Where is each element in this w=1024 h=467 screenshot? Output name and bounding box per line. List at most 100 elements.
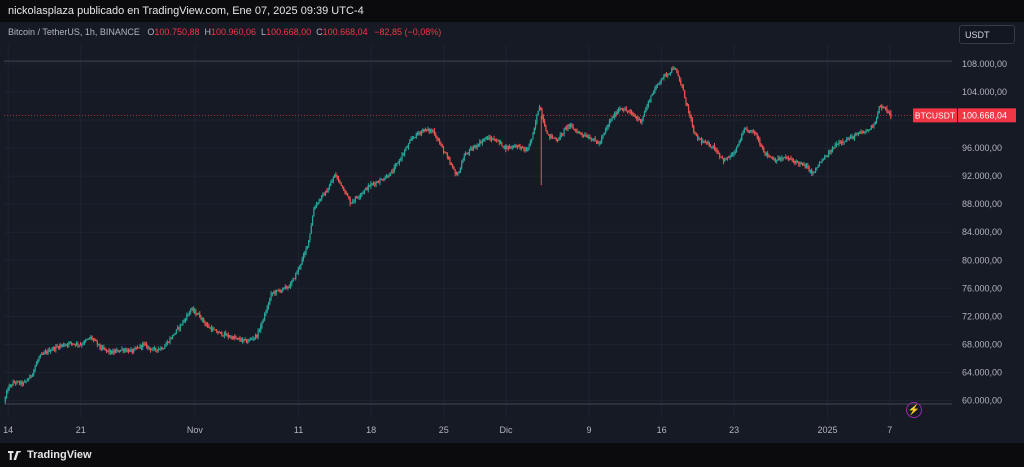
candle bbox=[512, 146, 515, 148]
candle bbox=[699, 138, 701, 140]
candle bbox=[287, 287, 289, 289]
candle bbox=[682, 86, 684, 91]
candle bbox=[341, 185, 343, 187]
candle bbox=[361, 193, 363, 195]
candle bbox=[716, 150, 718, 153]
candle bbox=[562, 133, 564, 135]
candle bbox=[21, 381, 23, 385]
candle bbox=[850, 136, 852, 139]
candle bbox=[326, 191, 328, 193]
price-chart[interactable]: 60.000,00 64.000,00 68.000,00 72.000,00 76.0… bbox=[0, 0, 1024, 467]
candle bbox=[575, 129, 577, 131]
candle bbox=[24, 381, 26, 383]
candle bbox=[599, 141, 601, 143]
candle bbox=[751, 130, 753, 132]
candle bbox=[737, 145, 739, 147]
candle bbox=[706, 141, 708, 144]
candle bbox=[105, 349, 108, 351]
candle bbox=[265, 312, 267, 315]
candle bbox=[650, 95, 652, 102]
candle bbox=[623, 110, 625, 112]
candle bbox=[60, 345, 62, 347]
candle bbox=[78, 344, 80, 346]
candle bbox=[241, 339, 244, 342]
candle bbox=[794, 160, 796, 164]
candle bbox=[772, 157, 774, 160]
candle bbox=[773, 158, 775, 160]
candle bbox=[580, 132, 582, 134]
candle bbox=[617, 110, 620, 112]
candle bbox=[321, 195, 323, 200]
candle bbox=[795, 160, 797, 164]
candle bbox=[178, 327, 180, 329]
candle bbox=[173, 334, 175, 336]
candle bbox=[761, 146, 764, 148]
candle bbox=[454, 169, 456, 174]
candle bbox=[700, 139, 703, 143]
candle bbox=[725, 158, 727, 160]
lightning-icon[interactable]: ⚡ bbox=[906, 402, 922, 418]
candle bbox=[423, 129, 425, 132]
candle bbox=[131, 349, 133, 353]
candle bbox=[77, 343, 79, 346]
candle bbox=[869, 129, 871, 131]
y-tick-label: 84.000,00 bbox=[962, 227, 1002, 237]
candle bbox=[309, 233, 311, 241]
candle bbox=[520, 146, 522, 149]
candle bbox=[273, 292, 275, 294]
candle bbox=[475, 145, 477, 148]
candle bbox=[401, 154, 403, 159]
candle bbox=[767, 152, 769, 156]
candle bbox=[777, 157, 779, 161]
candle bbox=[204, 321, 206, 325]
x-tick-label: 23 bbox=[729, 425, 739, 435]
candle bbox=[175, 329, 178, 333]
candle bbox=[742, 132, 744, 135]
candle bbox=[379, 179, 381, 183]
candle bbox=[183, 320, 185, 322]
candle bbox=[203, 318, 205, 322]
candle bbox=[278, 290, 280, 292]
candle bbox=[153, 348, 155, 350]
candle bbox=[213, 328, 215, 330]
candle bbox=[217, 332, 219, 334]
candle bbox=[812, 173, 814, 175]
candle bbox=[375, 181, 377, 185]
candle bbox=[763, 147, 765, 152]
candle bbox=[791, 159, 793, 161]
candle bbox=[464, 153, 467, 156]
candle bbox=[362, 192, 364, 194]
candle bbox=[450, 163, 452, 166]
candle bbox=[571, 125, 573, 127]
candle bbox=[608, 120, 611, 125]
candle bbox=[632, 112, 634, 115]
candle bbox=[72, 343, 74, 345]
x-tick-label: 21 bbox=[76, 425, 86, 435]
candle bbox=[709, 146, 712, 148]
candle bbox=[398, 159, 401, 163]
candle bbox=[218, 331, 220, 334]
candle bbox=[435, 134, 437, 137]
candle bbox=[567, 124, 569, 129]
currency-selector[interactable]: USDT bbox=[959, 25, 1015, 44]
candle bbox=[584, 135, 586, 137]
candle bbox=[684, 90, 686, 98]
y-tick-label: 96.000,00 bbox=[962, 143, 1002, 153]
candle bbox=[747, 129, 749, 133]
candle bbox=[282, 287, 284, 291]
candle bbox=[187, 313, 189, 316]
candle bbox=[155, 348, 157, 350]
candle bbox=[410, 139, 412, 141]
candle bbox=[856, 134, 858, 136]
candle bbox=[510, 146, 512, 148]
candle bbox=[388, 176, 390, 178]
candle bbox=[786, 157, 788, 159]
candle bbox=[267, 303, 270, 307]
candle bbox=[88, 338, 91, 340]
candle bbox=[209, 327, 211, 329]
candle bbox=[283, 287, 285, 289]
candle bbox=[164, 346, 166, 349]
candle bbox=[169, 338, 171, 343]
candle bbox=[851, 136, 853, 138]
candle bbox=[519, 145, 521, 149]
